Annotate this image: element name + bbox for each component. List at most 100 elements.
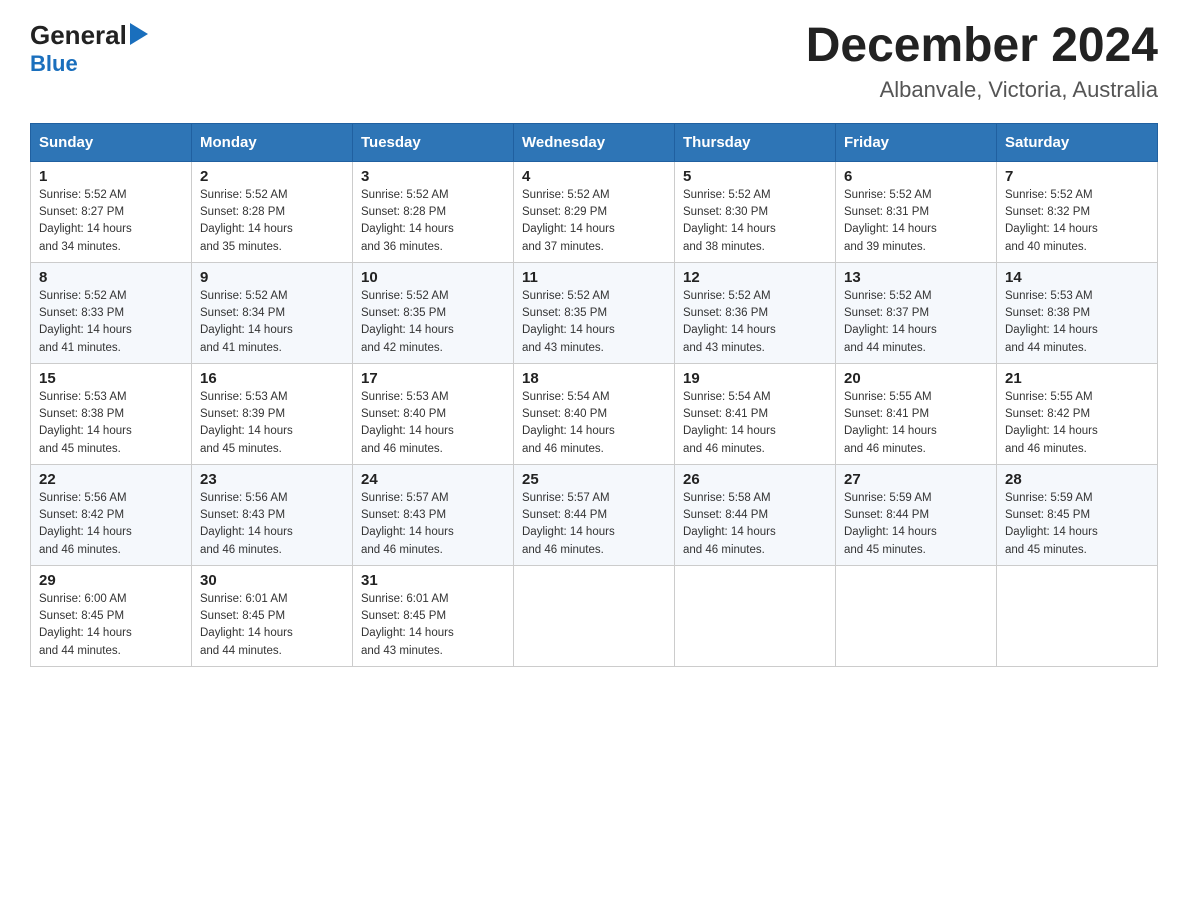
calendar-day-cell: 23 Sunrise: 5:56 AMSunset: 8:43 PMDayligh… <box>192 464 353 565</box>
day-number: 20 <box>844 370 988 387</box>
calendar-week-row: 1Sunrise: 5:52 AMSunset: 8:27 PMDaylight… <box>31 161 1158 262</box>
day-number: 5 <box>683 168 827 185</box>
calendar-day-cell: 29 Sunrise: 6:00 AMSunset: 8:45 PMDayligh… <box>31 565 192 666</box>
logo: General Blue <box>30 20 148 77</box>
day-info: Sunrise: 5:59 AMSunset: 8:44 PMDaylight:… <box>844 490 988 559</box>
day-number: 2 <box>200 168 344 185</box>
calendar-day-cell: 24Sunrise: 5:57 AMSunset: 8:43 PMDayligh… <box>353 464 514 565</box>
day-info: Sunrise: 5:52 AMSunset: 8:31 PMDaylight:… <box>844 187 988 256</box>
location-title: Albanvale, Victoria, Australia <box>806 77 1158 103</box>
calendar-day-cell: 19 Sunrise: 5:54 AMSunset: 8:41 PMDayligh… <box>675 363 836 464</box>
day-info: Sunrise: 5:55 AMSunset: 8:42 PMDaylight:… <box>1005 389 1149 458</box>
header-monday: Monday <box>192 123 353 161</box>
calendar-day-cell: 7Sunrise: 5:52 AMSunset: 8:32 PMDaylight… <box>997 161 1158 262</box>
calendar-day-cell <box>514 565 675 666</box>
day-info: Sunrise: 5:52 AMSunset: 8:28 PMDaylight:… <box>200 187 344 256</box>
day-number: 18 <box>522 370 666 387</box>
day-info: Sunrise: 5:54 AMSunset: 8:40 PMDaylight:… <box>522 389 666 458</box>
day-info: Sunrise: 5:57 AMSunset: 8:44 PMDaylight:… <box>522 490 666 559</box>
day-info: Sunrise: 6:01 AMSunset: 8:45 PMDaylight:… <box>361 591 505 660</box>
day-info: Sunrise: 5:53 AMSunset: 8:38 PMDaylight:… <box>1005 288 1149 357</box>
day-number: 27 <box>844 471 988 488</box>
day-number: 11 <box>522 269 666 286</box>
day-number: 30 <box>200 572 344 589</box>
calendar-day-cell: 16Sunrise: 5:53 AMSunset: 8:39 PMDayligh… <box>192 363 353 464</box>
calendar-day-cell <box>997 565 1158 666</box>
day-number: 21 <box>1005 370 1149 387</box>
calendar-day-cell: 11 Sunrise: 5:52 AMSunset: 8:35 PMDayligh… <box>514 262 675 363</box>
day-info: Sunrise: 5:52 AMSunset: 8:32 PMDaylight:… <box>1005 187 1149 256</box>
calendar-day-cell: 3Sunrise: 5:52 AMSunset: 8:28 PMDaylight… <box>353 161 514 262</box>
month-title: December 2024 <box>806 20 1158 73</box>
calendar-day-cell: 4 Sunrise: 5:52 AMSunset: 8:29 PMDaylight… <box>514 161 675 262</box>
day-info: Sunrise: 5:52 AMSunset: 8:35 PMDaylight:… <box>361 288 505 357</box>
day-number: 10 <box>361 269 505 286</box>
calendar-day-cell: 9 Sunrise: 5:52 AMSunset: 8:34 PMDaylight… <box>192 262 353 363</box>
day-info: Sunrise: 5:52 AMSunset: 8:33 PMDaylight:… <box>39 288 183 357</box>
day-number: 28 <box>1005 471 1149 488</box>
day-number: 22 <box>39 471 183 488</box>
day-number: 6 <box>844 168 988 185</box>
day-number: 8 <box>39 269 183 286</box>
day-info: Sunrise: 6:01 AMSunset: 8:45 PMDaylight:… <box>200 591 344 660</box>
day-info: Sunrise: 5:58 AMSunset: 8:44 PMDaylight:… <box>683 490 827 559</box>
calendar-day-cell: 22 Sunrise: 5:56 AMSunset: 8:42 PMDayligh… <box>31 464 192 565</box>
calendar-table: Sunday Monday Tuesday Wednesday Thursday… <box>30 123 1158 667</box>
page-header: General Blue December 2024 Albanvale, Vi… <box>30 20 1158 103</box>
logo-blue-text: Blue <box>30 51 78 77</box>
day-info: Sunrise: 5:52 AMSunset: 8:29 PMDaylight:… <box>522 187 666 256</box>
day-number: 9 <box>200 269 344 286</box>
calendar-header-row: Sunday Monday Tuesday Wednesday Thursday… <box>31 123 1158 161</box>
day-info: Sunrise: 5:55 AMSunset: 8:41 PMDaylight:… <box>844 389 988 458</box>
calendar-day-cell: 26 Sunrise: 5:58 AMSunset: 8:44 PMDayligh… <box>675 464 836 565</box>
header-friday: Friday <box>836 123 997 161</box>
day-number: 31 <box>361 572 505 589</box>
day-info: Sunrise: 5:52 AMSunset: 8:36 PMDaylight:… <box>683 288 827 357</box>
day-info: Sunrise: 5:52 AMSunset: 8:28 PMDaylight:… <box>361 187 505 256</box>
calendar-day-cell <box>675 565 836 666</box>
calendar-day-cell: 28 Sunrise: 5:59 AMSunset: 8:45 PMDayligh… <box>997 464 1158 565</box>
header-thursday: Thursday <box>675 123 836 161</box>
day-number: 23 <box>200 471 344 488</box>
calendar-week-row: 29 Sunrise: 6:00 AMSunset: 8:45 PMDayligh… <box>31 565 1158 666</box>
calendar-day-cell: 27 Sunrise: 5:59 AMSunset: 8:44 PMDayligh… <box>836 464 997 565</box>
header-tuesday: Tuesday <box>353 123 514 161</box>
day-info: Sunrise: 5:54 AMSunset: 8:41 PMDaylight:… <box>683 389 827 458</box>
day-number: 29 <box>39 572 183 589</box>
calendar-day-cell: 31 Sunrise: 6:01 AMSunset: 8:45 PMDayligh… <box>353 565 514 666</box>
day-info: Sunrise: 5:52 AMSunset: 8:34 PMDaylight:… <box>200 288 344 357</box>
logo-general-text: General <box>30 20 127 51</box>
day-info: Sunrise: 5:53 AMSunset: 8:40 PMDaylight:… <box>361 389 505 458</box>
day-info: Sunrise: 5:56 AMSunset: 8:43 PMDaylight:… <box>200 490 344 559</box>
day-info: Sunrise: 5:52 AMSunset: 8:30 PMDaylight:… <box>683 187 827 256</box>
calendar-day-cell: 5 Sunrise: 5:52 AMSunset: 8:30 PMDaylight… <box>675 161 836 262</box>
day-info: Sunrise: 5:56 AMSunset: 8:42 PMDaylight:… <box>39 490 183 559</box>
day-info: Sunrise: 6:00 AMSunset: 8:45 PMDaylight:… <box>39 591 183 660</box>
calendar-day-cell: 25Sunrise: 5:57 AMSunset: 8:44 PMDayligh… <box>514 464 675 565</box>
calendar-day-cell <box>836 565 997 666</box>
logo-arrow-icon <box>130 23 148 48</box>
day-info: Sunrise: 5:52 AMSunset: 8:35 PMDaylight:… <box>522 288 666 357</box>
day-info: Sunrise: 5:52 AMSunset: 8:37 PMDaylight:… <box>844 288 988 357</box>
day-number: 17 <box>361 370 505 387</box>
calendar-week-row: 15Sunrise: 5:53 AMSunset: 8:38 PMDayligh… <box>31 363 1158 464</box>
calendar-day-cell: 17 Sunrise: 5:53 AMSunset: 8:40 PMDayligh… <box>353 363 514 464</box>
calendar-day-cell: 12 Sunrise: 5:52 AMSunset: 8:36 PMDayligh… <box>675 262 836 363</box>
calendar-day-cell: 2 Sunrise: 5:52 AMSunset: 8:28 PMDaylight… <box>192 161 353 262</box>
day-number: 1 <box>39 168 183 185</box>
calendar-day-cell: 30 Sunrise: 6:01 AMSunset: 8:45 PMDayligh… <box>192 565 353 666</box>
day-number: 4 <box>522 168 666 185</box>
calendar-day-cell: 6 Sunrise: 5:52 AMSunset: 8:31 PMDaylight… <box>836 161 997 262</box>
day-number: 26 <box>683 471 827 488</box>
day-info: Sunrise: 5:59 AMSunset: 8:45 PMDaylight:… <box>1005 490 1149 559</box>
day-number: 19 <box>683 370 827 387</box>
header-sunday: Sunday <box>31 123 192 161</box>
title-area: December 2024 Albanvale, Victoria, Austr… <box>806 20 1158 103</box>
day-number: 12 <box>683 269 827 286</box>
day-info: Sunrise: 5:53 AMSunset: 8:38 PMDaylight:… <box>39 389 183 458</box>
calendar-day-cell: 10 Sunrise: 5:52 AMSunset: 8:35 PMDayligh… <box>353 262 514 363</box>
day-number: 24 <box>361 471 505 488</box>
header-wednesday: Wednesday <box>514 123 675 161</box>
day-number: 14 <box>1005 269 1149 286</box>
calendar-day-cell: 8 Sunrise: 5:52 AMSunset: 8:33 PMDaylight… <box>31 262 192 363</box>
